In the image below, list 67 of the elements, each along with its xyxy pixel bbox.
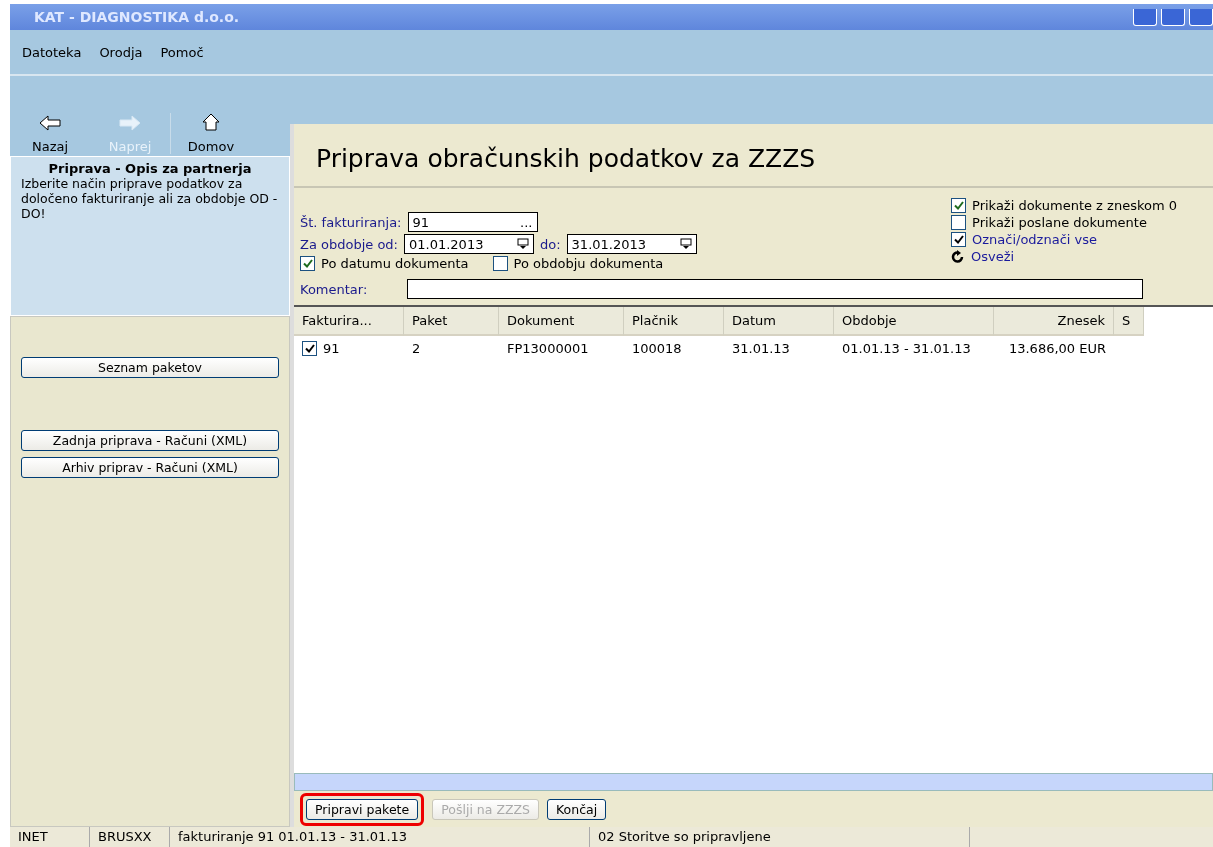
toolbar-button[interactable]: Nazaj: [10, 115, 90, 154]
refresh-icon: [951, 249, 965, 264]
checkbox-label: Po obdobju dokumenta: [513, 256, 664, 271]
column-header[interactable]: Plačnik: [624, 307, 724, 336]
table-cell: 01.01.13 - 31.01.13: [842, 341, 971, 356]
menu-item[interactable]: Datoteka: [22, 44, 82, 60]
table-cell: 2: [412, 341, 421, 356]
right-arrow-icon: [119, 115, 141, 131]
checkbox[interactable]: [302, 341, 317, 356]
checkmark-icon: [304, 344, 315, 353]
refresh-link[interactable]: Osveži: [971, 249, 1015, 264]
menu-item[interactable]: Orodja: [99, 44, 143, 60]
checkmark-icon: [302, 259, 313, 268]
table-cell: 91: [323, 341, 340, 356]
field-label: Komentar:: [300, 281, 368, 297]
checkbox[interactable]: [951, 198, 966, 213]
table-cell: FP13000001: [507, 341, 589, 356]
checkbox[interactable]: [951, 215, 966, 230]
status-field: BRUSXX: [90, 827, 170, 847]
sidebar-button[interactable]: Arhiv priprav - Računi (XML): [21, 457, 279, 478]
left-arrow-icon: [39, 115, 61, 131]
column-header[interactable]: Datum: [724, 307, 834, 336]
checkmark-icon: [953, 235, 964, 244]
checkbox[interactable]: [492, 256, 508, 271]
select-all-link[interactable]: Označi/odznači vse: [972, 232, 1097, 247]
field-label: Za obdobje od:: [300, 236, 398, 252]
minimize-button[interactable]: [1133, 8, 1157, 26]
action-button[interactable]: Končaj: [547, 798, 607, 820]
action-button[interactable]: Pripravi pakete: [306, 798, 419, 820]
page-title: Priprava obračunskih podatkov za ZZZS: [294, 124, 1213, 188]
checkbox[interactable]: [951, 232, 966, 247]
checkbox-label: Prikaži dokumente z zneskom 0: [972, 198, 1177, 213]
date-field[interactable]: 01.01.2013: [404, 234, 534, 254]
column-header[interactable]: Obdobje: [834, 307, 994, 336]
column-header[interactable]: S: [1114, 307, 1144, 336]
menu-item[interactable]: Pomoč: [160, 44, 204, 60]
status-field: 02 Storitve so pripravljene: [590, 827, 970, 847]
date-field[interactable]: 31.01.2013: [566, 234, 697, 254]
description-title: Priprava - Opis za partnerja: [47, 161, 253, 176]
calendar-dropdown-icon[interactable]: [517, 238, 529, 250]
checkmark-icon: [953, 201, 964, 210]
maximize-button[interactable]: [1161, 8, 1185, 26]
checkbox-label: Po datumu dokumenta: [321, 256, 469, 271]
description-text: Izberite način priprave podatkov za določeno fakturiranje ali za obdobje OD - DO!: [21, 176, 279, 221]
calendar-dropdown-icon[interactable]: [679, 238, 692, 250]
sidebar-button[interactable]: Zadnja priprava - Računi (XML): [21, 430, 279, 451]
home-icon: [202, 113, 220, 131]
checkbox-label: Prikaži poslane dokumente: [972, 215, 1147, 230]
column-header[interactable]: Dokument: [499, 307, 624, 336]
table-cell: 13.686,00 EUR: [1008, 341, 1106, 356]
field-label: Št. fakturiranja:: [300, 214, 402, 230]
table-cell: 100018: [632, 341, 682, 356]
field-label: do:: [540, 236, 561, 252]
column-header[interactable]: Znesek: [994, 307, 1114, 336]
table-cell: 31.01.13: [732, 341, 790, 356]
close-button[interactable]: [1189, 8, 1213, 26]
column-header[interactable]: Paket: [404, 307, 499, 336]
sidebar-button[interactable]: Seznam paketov: [21, 357, 279, 378]
checkbox[interactable]: [300, 256, 315, 271]
status-field: fakturiranje 91 01.01.13 - 31.01.13: [170, 827, 590, 847]
column-header[interactable]: Fakturira...: [294, 307, 404, 336]
input-field[interactable]: 91 ...: [407, 212, 538, 232]
comment-field[interactable]: [407, 279, 1144, 299]
horizontal-scrollbar[interactable]: [294, 773, 1213, 791]
window-title: KAT - DIAGNOSTIKA d.o.o.: [33, 9, 240, 25]
toolbar-button[interactable]: Domov: [170, 113, 251, 154]
status-field: INET: [10, 827, 90, 847]
